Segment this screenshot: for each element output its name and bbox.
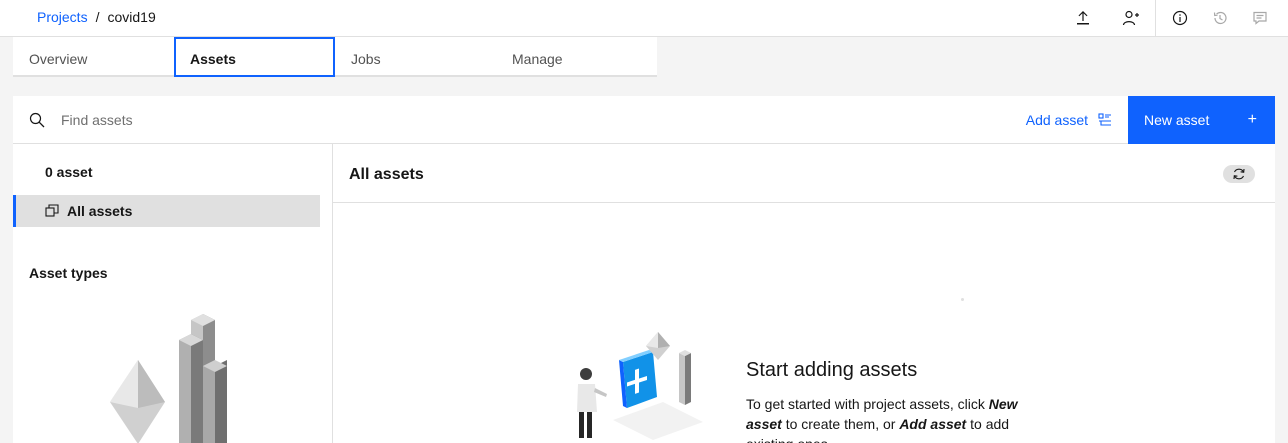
header-divider — [1155, 0, 1156, 36]
empty-asset-types-illustration — [110, 314, 227, 443]
assets-panel: Add asset New asset + 0 asset All assets… — [13, 96, 1275, 443]
empty-desc-add-asset: Add asset — [899, 416, 967, 432]
add-asset-button[interactable]: Add asset — [1026, 96, 1112, 144]
decorative-dot — [961, 298, 964, 301]
asset-types-heading: Asset types — [29, 265, 108, 281]
content-title: All assets — [349, 166, 424, 183]
tab-bar: Overview Assets Jobs Manage — [13, 37, 657, 78]
upload-icon — [1077, 11, 1089, 25]
tab-manage[interactable]: Manage — [496, 37, 657, 77]
search-toolbar: Add asset New asset + — [13, 96, 1275, 144]
refresh-icon — [1233, 168, 1245, 180]
tab-jobs[interactable]: Jobs — [335, 37, 496, 77]
empty-state-description: To get started with project assets, clic… — [746, 394, 1046, 443]
data-asset-icon — [1098, 113, 1111, 126]
empty-state-title: Start adding assets — [746, 359, 918, 381]
copy-icon — [45, 204, 59, 217]
info-icon — [1172, 10, 1188, 26]
assets-content: All assets Start adding assets To get st… — [333, 144, 1275, 443]
add-collaborator-button[interactable] — [1111, 0, 1151, 36]
header-actions — [1063, 0, 1288, 36]
breadcrumb-projects-link[interactable]: Projects — [37, 9, 88, 25]
search-input[interactable] — [53, 96, 653, 144]
empty-desc-part-2: to create them, or — [781, 416, 900, 432]
content-header: All assets — [333, 144, 1275, 203]
sidebar-item-label: All assets — [67, 203, 133, 219]
top-header: Projects / covid19 — [0, 0, 1288, 37]
breadcrumb-current: covid19 — [107, 9, 156, 25]
breadcrumb: Projects / covid19 — [37, 9, 156, 25]
upload-button[interactable] — [1063, 0, 1103, 36]
comments-button[interactable] — [1240, 0, 1280, 36]
asset-count: 0 asset — [45, 164, 93, 180]
tab-overview[interactable]: Overview — [13, 37, 174, 77]
refresh-button[interactable] — [1223, 165, 1255, 183]
search-icon — [29, 112, 45, 128]
tab-assets[interactable]: Assets — [174, 37, 335, 77]
history-icon — [1213, 11, 1227, 25]
history-button[interactable] — [1200, 0, 1240, 36]
plus-icon: + — [1247, 111, 1257, 128]
new-asset-label: New asset — [1144, 112, 1210, 128]
info-button[interactable] — [1160, 0, 1200, 36]
sidebar-item-all-assets[interactable]: All assets — [13, 195, 320, 227]
add-user-icon — [1122, 10, 1139, 26]
chat-icon — [1253, 11, 1267, 25]
breadcrumb-separator: / — [95, 9, 100, 25]
new-asset-button[interactable]: New asset + — [1128, 96, 1275, 144]
start-adding-illustration — [577, 332, 703, 440]
asset-sidebar: 0 asset All assets Asset types — [13, 144, 333, 443]
add-asset-label: Add asset — [1025, 112, 1088, 128]
empty-desc-part-1: To get started with project assets, clic… — [746, 396, 989, 412]
